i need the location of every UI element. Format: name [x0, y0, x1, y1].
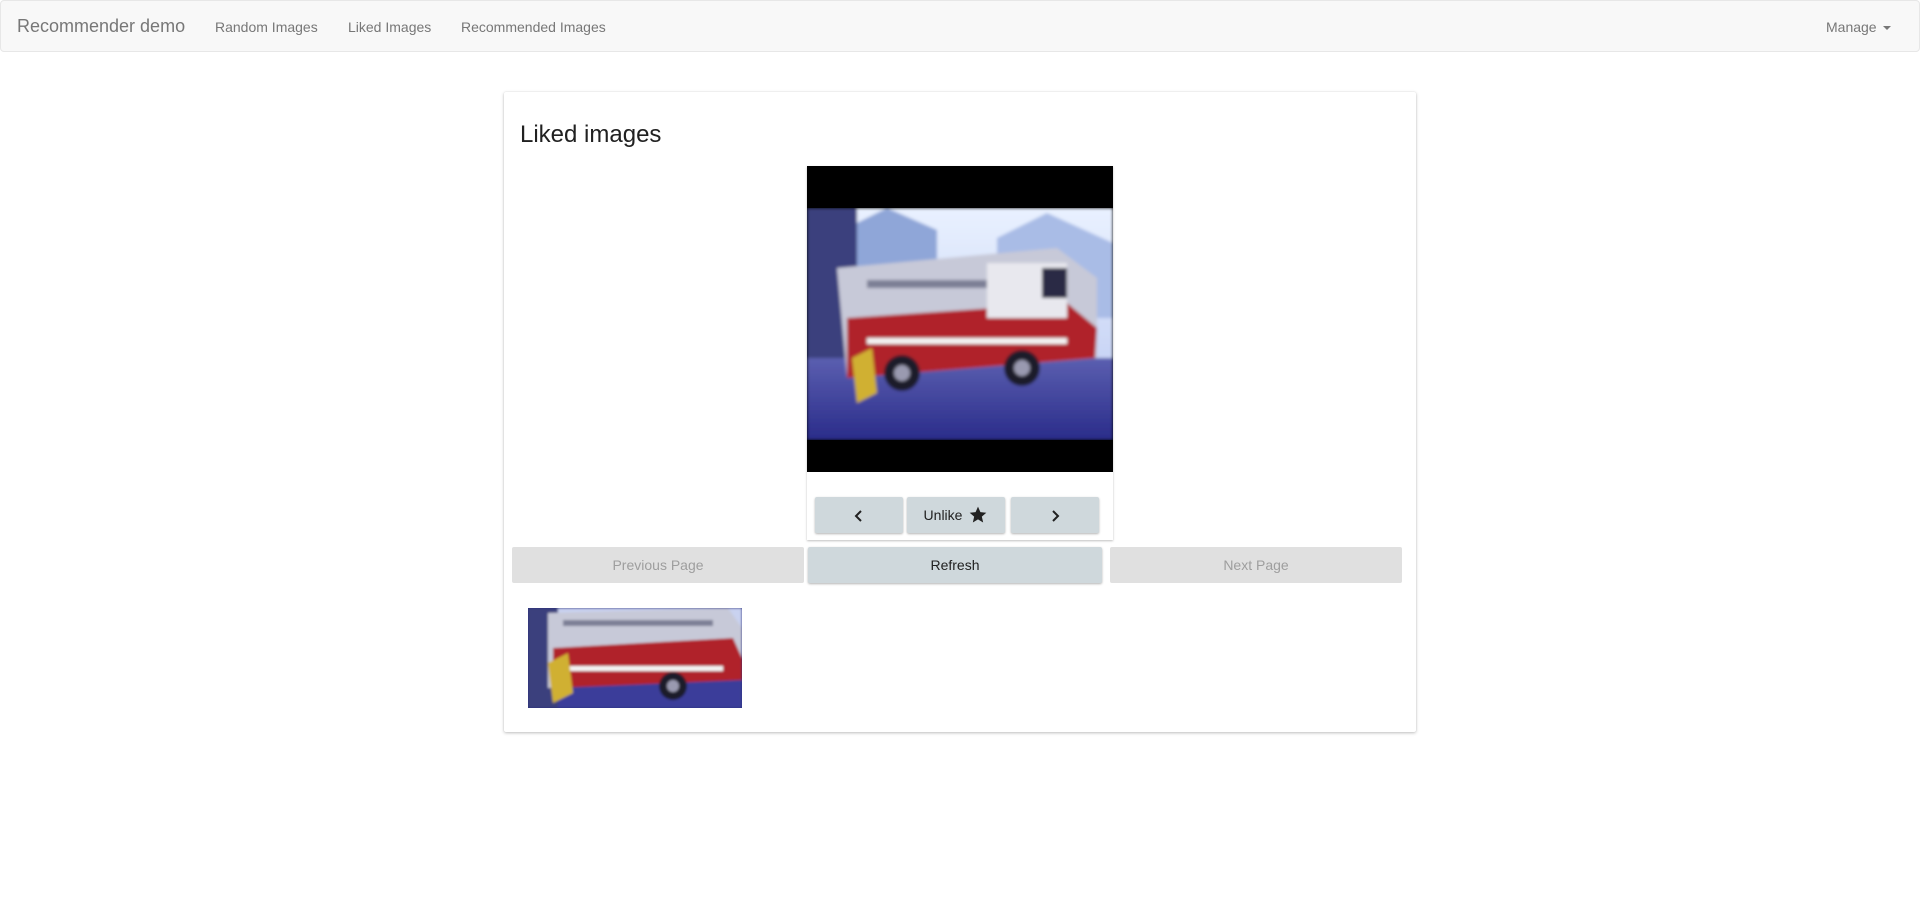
nav-random-images[interactable]: Random Images [215, 18, 318, 36]
nav-recommended-images[interactable]: Recommended Images [461, 18, 606, 36]
liked-image-thumbnail[interactable] [528, 608, 742, 708]
previous-page-button[interactable]: Previous Page [512, 547, 804, 583]
next-page-button[interactable]: Next Page [1110, 547, 1402, 583]
unlike-label: Unlike [923, 507, 963, 523]
brand-link[interactable]: Recommender demo [17, 16, 185, 36]
viewer-controls: Unlike [815, 497, 1105, 533]
main-image [807, 166, 1113, 472]
caret-down-icon [1882, 26, 1891, 31]
chevron-right-icon [1052, 510, 1060, 522]
liked-images-card: Liked images Unlike Previous Page Refres… [504, 92, 1416, 732]
page-title: Liked images [520, 121, 662, 148]
image-viewer: Unlike [807, 166, 1113, 540]
manage-dropdown[interactable]: Manage [1826, 18, 1891, 36]
fire-truck-thumbnail-image [528, 608, 742, 708]
unlike-button[interactable]: Unlike [907, 497, 1005, 533]
nav-liked-images[interactable]: Liked Images [348, 18, 431, 36]
star-icon [970, 506, 987, 523]
refresh-button[interactable]: Refresh [808, 547, 1102, 583]
top-navbar: Recommender demo Random Images Liked Ima… [0, 0, 1920, 52]
previous-image-button[interactable] [815, 497, 903, 533]
manage-label: Manage [1826, 19, 1877, 35]
fire-truck-image [807, 208, 1113, 440]
next-image-button[interactable] [1011, 497, 1099, 533]
chevron-left-icon [854, 510, 862, 522]
